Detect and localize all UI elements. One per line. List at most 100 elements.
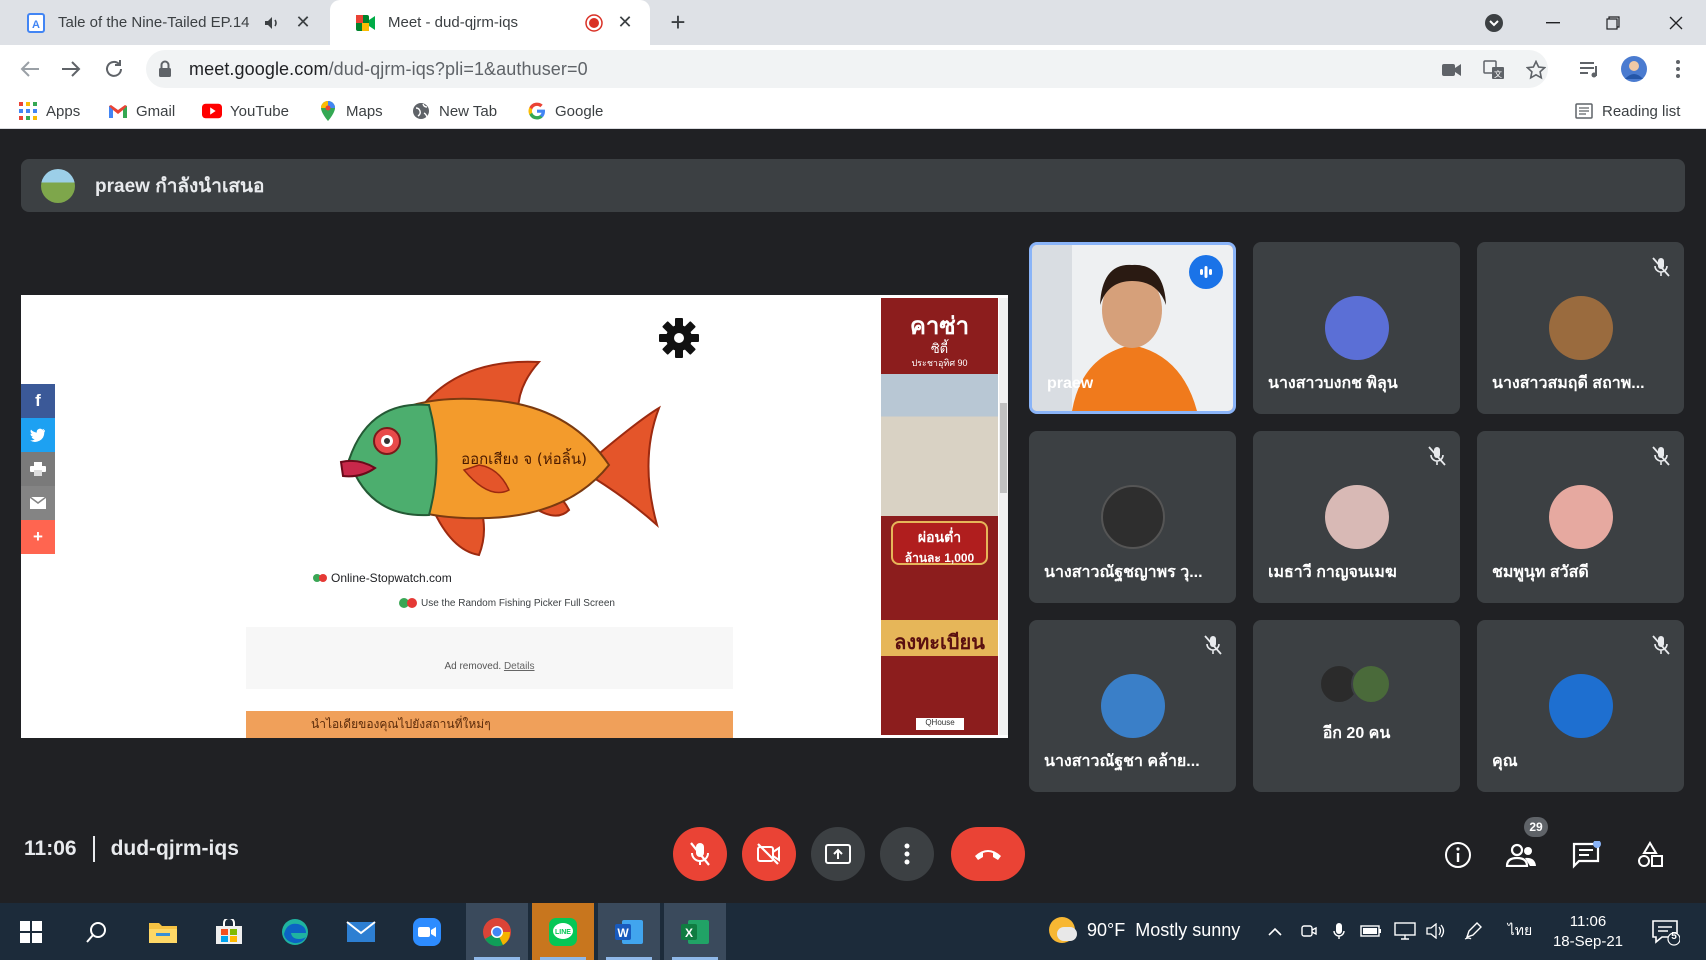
close-tab-icon[interactable]: ✕ bbox=[614, 12, 636, 34]
file-explorer-icon[interactable] bbox=[132, 903, 194, 960]
leave-call-button[interactable] bbox=[951, 827, 1025, 881]
bookmark-gmail[interactable]: Gmail bbox=[108, 99, 175, 123]
maps-icon bbox=[318, 101, 338, 121]
zoom-icon[interactable] bbox=[396, 903, 458, 960]
minimize-icon[interactable] bbox=[1525, 0, 1581, 45]
site-name[interactable]: Online-Stopwatch.com bbox=[313, 571, 452, 585]
globe-icon bbox=[411, 101, 431, 121]
participant-name: ชมพูนุท สวัสดี bbox=[1492, 564, 1589, 581]
more-share-icon[interactable]: + bbox=[21, 520, 55, 554]
mail-icon[interactable] bbox=[330, 903, 392, 960]
pen-icon[interactable] bbox=[1462, 920, 1484, 942]
microphone-tray-icon[interactable] bbox=[1328, 920, 1350, 942]
network-icon[interactable] bbox=[1394, 920, 1416, 942]
email-share-icon[interactable] bbox=[21, 486, 55, 520]
edge-icon[interactable] bbox=[264, 903, 326, 960]
back-arrow-icon[interactable] bbox=[16, 55, 44, 83]
print-icon[interactable] bbox=[21, 452, 55, 486]
social-share-bar: f + bbox=[21, 384, 55, 554]
bookmark-maps[interactable]: Maps bbox=[318, 99, 383, 123]
store-icon[interactable] bbox=[198, 903, 260, 960]
chrome-menu-icon[interactable] bbox=[1664, 55, 1692, 83]
volume-icon[interactable] bbox=[1425, 920, 1447, 942]
notification-icon[interactable]: 5 bbox=[1650, 917, 1681, 947]
tab-search-icon[interactable] bbox=[1466, 0, 1522, 45]
restore-icon[interactable] bbox=[1585, 0, 1641, 45]
people-icon[interactable] bbox=[1503, 837, 1539, 873]
participant-tile[interactable]: นางสาวบงกช พิลุน bbox=[1253, 242, 1460, 414]
meeting-info: 11:06 dud-qjrm-iqs bbox=[24, 836, 239, 862]
media-control-icon[interactable] bbox=[1576, 55, 1604, 83]
participant-tile[interactable]: เมธาวี กาญจนเมฆ bbox=[1253, 431, 1460, 603]
more-options-button[interactable] bbox=[880, 827, 934, 881]
others-count: อีก 20 คน bbox=[1322, 725, 1391, 742]
chrome-taskbar-icon[interactable] bbox=[466, 903, 528, 960]
bookmark-youtube[interactable]: YouTube bbox=[202, 99, 289, 123]
lock-icon[interactable] bbox=[158, 60, 172, 83]
ad-banner[interactable]: นำไอเดียของคุณไปยังสถานที่ใหม่ๆ bbox=[246, 711, 733, 738]
reload-icon[interactable] bbox=[100, 55, 128, 83]
twitter-icon[interactable] bbox=[21, 418, 55, 452]
register-button[interactable]: ลงทะเบียน bbox=[881, 620, 998, 656]
forward-arrow-icon[interactable] bbox=[57, 55, 85, 83]
speaker-icon[interactable] bbox=[260, 13, 284, 33]
svg-text:文: 文 bbox=[1494, 69, 1502, 79]
chevron-up-icon[interactable] bbox=[1264, 920, 1286, 942]
meet-now-icon[interactable] bbox=[1298, 920, 1320, 942]
system-clock[interactable]: 11:06 18-Sep-21 bbox=[1550, 912, 1626, 952]
participant-tile[interactable]: นางสาวณัฐชญาพร วุ... bbox=[1029, 431, 1236, 603]
close-window-icon[interactable] bbox=[1648, 0, 1704, 45]
fish-illustration[interactable]: ออกเสียง จ (ห่อลิ้น) bbox=[339, 350, 699, 565]
gmail-icon bbox=[108, 101, 128, 121]
camera-toggle-button[interactable] bbox=[742, 827, 796, 881]
close-tab-icon[interactable]: ✕ bbox=[292, 12, 314, 34]
participants-count-badge: 29 bbox=[1524, 817, 1548, 837]
chat-icon[interactable] bbox=[1568, 837, 1604, 873]
picker-link[interactable]: Use the Random Fishing Picker Full Scree… bbox=[399, 596, 615, 610]
bookmark-star-icon[interactable] bbox=[1524, 58, 1548, 82]
shared-screen[interactable]: f + ออกเสียง จ (ห่อลิ้น) Online-Stopwatc… bbox=[21, 295, 1008, 738]
search-icon[interactable] bbox=[66, 903, 128, 960]
scrollbar[interactable] bbox=[999, 298, 1008, 735]
meeting-details-icon[interactable] bbox=[1440, 837, 1476, 873]
tab-drama[interactable]: A Tale of the Nine-Tailed EP.14 ✕ bbox=[0, 0, 328, 45]
svg-text:A: A bbox=[32, 19, 40, 31]
tab-meet[interactable]: Meet - dud-qjrm-iqs ✕ bbox=[330, 0, 650, 45]
address-bar[interactable]: meet.google.com/dud-qjrm-iqs?pli=1&authu… bbox=[146, 50, 1548, 88]
participant-tile[interactable]: นางสาวสมฤดี สถาพ... bbox=[1477, 242, 1684, 414]
battery-icon[interactable] bbox=[1360, 920, 1382, 942]
facebook-icon[interactable]: f bbox=[21, 384, 55, 418]
weather-widget[interactable]: 90°F Mostly sunny bbox=[1049, 917, 1240, 943]
new-tab-button[interactable]: + bbox=[664, 9, 692, 37]
bookmarks-bar: Apps Gmail YouTube Maps New Tab Google R… bbox=[0, 93, 1706, 129]
translate-icon[interactable]: 文 bbox=[1482, 58, 1506, 82]
excel-icon[interactable]: X bbox=[664, 903, 726, 960]
word-icon[interactable]: W bbox=[598, 903, 660, 960]
participant-tile[interactable]: นางสาวณัฐชา คล้าย... bbox=[1029, 620, 1236, 792]
windows-start-icon[interactable] bbox=[0, 903, 62, 960]
bookmark-apps[interactable]: Apps bbox=[18, 99, 80, 123]
reading-list-button[interactable]: Reading list bbox=[1574, 99, 1680, 123]
participant-name: praew bbox=[1047, 375, 1094, 392]
activities-icon[interactable] bbox=[1632, 837, 1668, 873]
bookmark-google[interactable]: Google bbox=[527, 99, 603, 123]
tab-title: Tale of the Nine-Tailed EP.14 bbox=[58, 14, 250, 31]
self-tile[interactable]: คุณ bbox=[1477, 620, 1684, 792]
side-advertisement[interactable]: คาซ่า ซิตี้ ประชาอุทิศ 90 ผ่อนต่ำ ล้านละ… bbox=[881, 298, 998, 735]
camera-indicator-icon[interactable] bbox=[1440, 58, 1464, 82]
profile-avatar[interactable] bbox=[1620, 55, 1648, 83]
mic-toggle-button[interactable] bbox=[673, 827, 727, 881]
others-tile[interactable]: อีก 20 คน bbox=[1253, 620, 1460, 792]
bookmark-new-tab[interactable]: New Tab bbox=[411, 99, 497, 123]
present-screen-button[interactable] bbox=[811, 827, 865, 881]
mic-off-icon bbox=[1648, 254, 1674, 280]
ad-details-link[interactable]: Details bbox=[504, 661, 535, 672]
participant-name: เมธาวี กาญจนเมฆ bbox=[1268, 564, 1397, 581]
line-icon[interactable]: LINE bbox=[532, 903, 594, 960]
scrollbar-thumb[interactable] bbox=[1000, 403, 1007, 493]
participant-tile[interactable]: ชมพูนุท สวัสดี bbox=[1477, 431, 1684, 603]
participant-name: นางสาวณัฐชญาพร วุ... bbox=[1044, 564, 1203, 581]
recording-icon bbox=[582, 13, 606, 33]
participant-tile-praew[interactable]: praew bbox=[1029, 242, 1236, 414]
input-language[interactable]: ไทย bbox=[1505, 920, 1535, 942]
